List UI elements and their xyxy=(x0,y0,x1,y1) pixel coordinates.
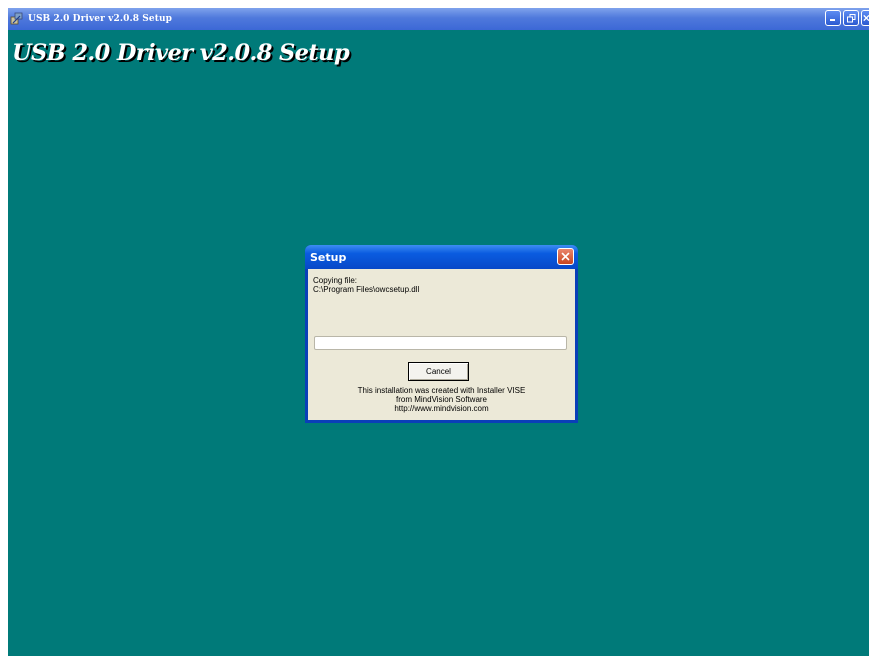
window-titlebar[interactable]: USB 2.0 Driver v2.0.8 Setup xyxy=(8,8,869,30)
setup-heading: USB 2.0 Driver v2.0.8 Setup xyxy=(12,40,350,66)
installer-app-icon xyxy=(10,12,24,26)
dialog-title: Setup xyxy=(310,250,347,264)
window-title: USB 2.0 Driver v2.0.8 Setup xyxy=(28,14,173,24)
close-icon[interactable] xyxy=(861,10,869,26)
copying-file-label: Copying file: xyxy=(313,276,358,285)
restore-icon[interactable] xyxy=(843,10,859,26)
setup-dialog: Setup Copying file: C:\Program Files\owc… xyxy=(305,245,578,423)
credits-line-3: http://www.mindvision.com xyxy=(394,404,489,413)
copy-progress-bar xyxy=(314,336,567,350)
dialog-close-icon[interactable] xyxy=(557,248,574,265)
setup-window: USB 2.0 Driver v2.0.8 Setup USB 2.0 Driv… xyxy=(8,8,869,656)
copying-file-path: C:\Program Files\owcsetup.dll xyxy=(313,285,420,294)
credits-line-1: This installation was created with Insta… xyxy=(357,386,526,395)
minimize-icon[interactable] xyxy=(825,10,841,26)
dialog-body: Copying file: C:\Program Files\owcsetup.… xyxy=(308,269,575,420)
dialog-titlebar[interactable]: Setup xyxy=(305,245,578,269)
cancel-button[interactable]: Cancel xyxy=(408,362,469,381)
installer-credits: This installation was created with Insta… xyxy=(308,386,575,413)
credits-line-2: from MindVision Software xyxy=(396,395,487,404)
window-controls xyxy=(825,10,869,26)
